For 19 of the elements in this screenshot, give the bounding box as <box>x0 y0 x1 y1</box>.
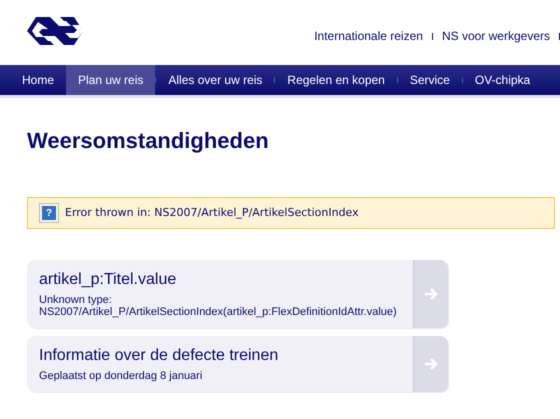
nav-tab[interactable]: Regelen en kopen <box>275 65 397 95</box>
arrow-right-icon <box>424 287 438 301</box>
nav-tab[interactable]: OV-chipka <box>462 65 542 95</box>
card-title: artikel_p:Titel.value <box>39 270 178 290</box>
article-card[interactable]: artikel_p:Titel.value Unknown type: NS2007/Artikel_P/ArtikelSectionIndex(artikel_p:FlexDefinitionIdAttr.value) <box>27 260 448 328</box>
top-link[interactable]: NS voor werkgevers <box>432 27 559 45</box>
nav-tab[interactable]: Service <box>398 65 462 95</box>
nav-tab[interactable]: Alles over uw reis <box>156 65 274 95</box>
page-title: Weersomstandigheden <box>27 127 270 155</box>
error-message: Error thrown in: NS2007/Artikel_P/ArtikelSectionIndex <box>65 204 359 221</box>
article-card[interactable]: Informatie over de defecte treinen Geplaatst op donderdag 8 januari <box>27 336 448 392</box>
card-title: Informatie over de defecte treinen <box>39 346 280 366</box>
card-subtitle: Geplaatst op donderdag 8 januari <box>39 370 204 382</box>
card-subtitle: Unknown type: NS2007/Artikel_P/ArtikelSectionIndex(artikel_p:FlexDefinitionIdAttr.value) <box>39 294 398 318</box>
help-icon: ? <box>39 203 59 223</box>
top-link[interactable]: Internationale reizen <box>305 27 432 45</box>
nav-tab[interactable]: Plan uw reis <box>66 65 156 95</box>
nav-tab[interactable]: Home <box>10 65 66 95</box>
arrow-right-icon <box>424 357 438 371</box>
